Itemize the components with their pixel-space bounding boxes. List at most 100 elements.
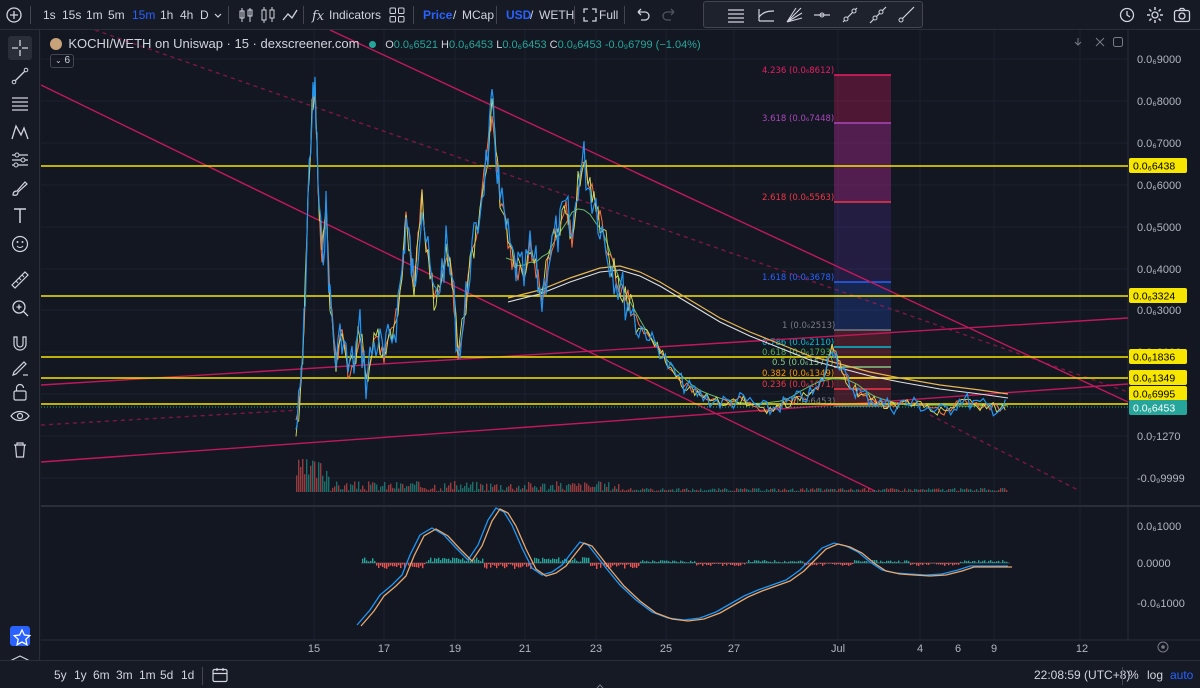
log-scale-toggle[interactable]: log [1147,668,1163,682]
bar-style-icon[interactable] [236,5,256,25]
pane-close-icon[interactable] [1093,35,1107,49]
percent-scale-toggle[interactable]: % [1128,668,1139,682]
volume-bar [908,488,910,492]
emoji-tool-icon[interactable] [8,232,32,256]
text-tool-icon[interactable] [8,204,32,228]
trend-line-tool-icon[interactable] [8,64,32,88]
settings-gear-icon[interactable] [1145,5,1165,25]
interval-d[interactable]: D [200,5,209,25]
fullscreen-icon[interactable] [580,5,600,25]
volume-bar [688,489,690,492]
fullscreen-button[interactable]: Full [599,5,618,25]
lock-drawings-icon[interactable] [8,380,32,404]
ray-line-icon[interactable] [896,5,916,25]
templates-grid-icon[interactable] [387,5,407,25]
fib-level-label: 1.618 (0.0₆3678) [762,273,834,283]
magnet-icon[interactable] [8,332,32,356]
undo-icon[interactable] [632,5,652,25]
indicators-button[interactable]: Indicators [329,5,381,25]
forecasting-tool-icon[interactable] [8,148,32,172]
auto-scale-toggle[interactable]: auto [1170,668,1193,682]
range-1m[interactable]: 1m [139,668,156,682]
volume-bar [432,488,434,492]
range-5d[interactable]: 5d [160,668,173,682]
macd-histogram-bar [652,560,654,563]
time-axis-settings-icon[interactable] [1157,641,1169,653]
horizontal-levels[interactable] [41,165,1128,405]
volume-bar [954,488,956,492]
volume-bar [942,488,944,492]
fib-retracement-tool-icon[interactable] [8,92,32,116]
weth-toggle[interactable]: WETH [539,5,574,25]
measure-ruler-icon[interactable] [8,268,32,292]
remove-drawings-trash-icon[interactable] [8,438,32,462]
range-1d[interactable]: 1d [181,668,194,682]
price-toggle[interactable]: Price [423,5,452,25]
dropdown-chevron-icon[interactable] [212,5,232,25]
volume-bar [540,486,542,492]
macd-histogram-bar [682,561,684,563]
clock-timezone[interactable]: 22:08:59 (UTC+8) [1034,668,1130,682]
trend-channel-lines[interactable] [40,29,1129,492]
volume-bar [594,486,596,492]
go-to-date-calendar-icon[interactable] [210,665,230,685]
horizontal-ray-icon[interactable] [812,5,832,25]
range-1y[interactable]: 1y [74,668,87,682]
volume-bar [626,490,628,492]
price-axis[interactable]: 0.0₆9000 0.0₆8000 0.0₆7000 0.0₆6000 0.0₆5000… [1137,54,1185,485]
range-5y[interactable]: 5y [54,668,67,682]
interval-1m[interactable]: 1m [86,5,103,25]
zoom-in-icon[interactable] [8,296,32,320]
pane-collapse-icon[interactable] [1071,35,1085,49]
indicators-fx-icon[interactable]: fx [309,5,329,25]
interval-1s[interactable]: 1s [43,5,56,25]
volume-bar [476,481,478,492]
extended-line-icon[interactable] [868,5,888,25]
volume-bar [344,485,346,492]
pattern-tool-icon[interactable] [8,120,32,144]
snapshot-camera-icon[interactable] [1172,5,1192,25]
symbol-title[interactable]: KOCHI/WETH on Uniswap · 15 · dexscreener… [68,36,359,51]
horizontal-lines-icon[interactable] [726,5,746,25]
interval-15m[interactable]: 15m [132,5,155,25]
redo-icon[interactable] [660,5,680,25]
top-toolbar: 1s 15s 1m 5m 15m 1h 4h D fx Indicators P… [0,0,1200,30]
candles-icon[interactable] [258,5,278,25]
interval-1h[interactable]: 1h [160,5,173,25]
brush-tool-icon[interactable] [8,176,32,200]
chart-type-icon[interactable] [280,5,300,25]
volume-bar [472,481,474,492]
indicators-collapse-toggle[interactable]: ⌄ 6 [50,54,74,68]
volume-bar [1000,488,1002,492]
interval-15s[interactable]: 15s [62,5,81,25]
volume-bar [912,490,914,492]
alert-clock-icon[interactable] [1118,5,1138,25]
favorites-star-icon[interactable] [10,626,32,646]
pitchfork-lines-icon[interactable] [756,5,776,25]
time-axis[interactable]: 15 17 19 21 23 25 27 Jul 4 6 9 12 [308,643,1088,655]
interval-4h[interactable]: 4h [180,5,193,25]
hide-drawings-eye-icon[interactable] [8,404,32,428]
macd-axis[interactable]: 0.0₆1000 0.0000 -0.0₆1000 [1137,521,1185,610]
fib-extension-drawing[interactable]: 4.236 (0.0₆8612) 3.618 (0.0₆7448) 2.618 (0… [762,66,891,407]
trend-line-icon[interactable] [840,5,860,25]
volume-bar [536,487,538,492]
volume-bar [956,490,958,492]
range-6m[interactable]: 6m [93,668,110,682]
mcap-toggle[interactable]: MCap [462,5,494,25]
volume-bar [938,488,940,492]
scroll-up-caret-icon[interactable] [595,679,605,688]
usd-toggle[interactable]: USD [506,5,531,25]
volume-bar [732,490,734,492]
add-symbol-icon[interactable] [4,5,24,25]
pane-maximize-icon[interactable] [1111,35,1125,49]
chart-canvas[interactable]: 4.236 (0.0₆8612) 3.618 (0.0₆7448) 2.618 (0… [40,29,1200,660]
macd-histogram-bar [978,560,980,563]
volume-bar [398,488,400,492]
interval-5m[interactable]: 5m [108,5,125,25]
stay-in-drawing-mode-icon[interactable] [8,356,32,380]
range-3m[interactable]: 3m [116,668,133,682]
fan-lines-icon[interactable] [784,5,804,25]
crosshair-cursor-icon[interactable] [8,36,32,60]
volume-bar [838,488,840,492]
